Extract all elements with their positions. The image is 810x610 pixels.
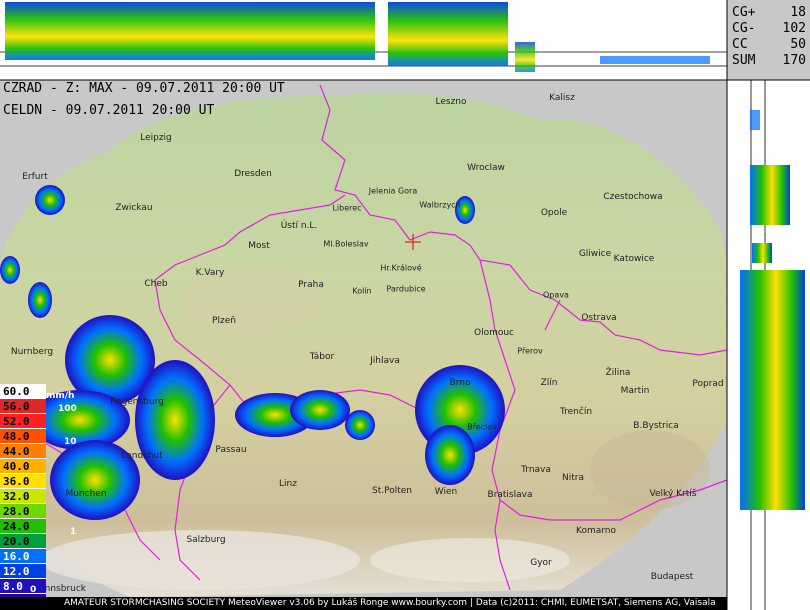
city-label: Most [248, 241, 270, 251]
city-label: Linz [279, 479, 297, 489]
legend-swatch: 36.0 [0, 474, 46, 489]
city-label: Plzeň [212, 316, 236, 326]
city-label: Wroclaw [467, 163, 505, 173]
legend-swatch: 56.0 [0, 399, 46, 414]
city-label: Leipzig [140, 133, 172, 143]
city-label: Olomouc [473, 328, 515, 338]
legend-swatch: 24.0 [0, 519, 46, 534]
city-label: Nurnberg [10, 347, 54, 357]
legend-swatch: 60.0 [0, 384, 46, 399]
city-label: Katowice [613, 254, 655, 264]
city-label: B.Bystrica [633, 421, 679, 431]
stat-value-cg-minus: 102 [782, 21, 806, 36]
city-label: Liberec [332, 203, 362, 213]
city-label: Jihlava [370, 356, 400, 366]
rain-rate-0: 0 [30, 585, 37, 595]
legend-swatch: 32.0 [0, 489, 46, 504]
city-label: Gliwice [578, 249, 612, 259]
stat-value-cc: 50 [790, 37, 806, 52]
city-label: Gyor [530, 558, 552, 568]
city-label: Munchen [65, 489, 107, 499]
legend-swatch: 28.0 [0, 504, 46, 519]
city-label: Walbrzych [419, 200, 461, 210]
city-label: Innsbruck [41, 584, 87, 594]
city-label: Wien [434, 487, 458, 497]
stat-label-sum: SUM [732, 53, 756, 68]
city-label: Komarno [576, 526, 616, 536]
legend-swatch: 8.0 [0, 579, 46, 594]
city-label: Landshut [121, 451, 163, 461]
legend-swatch: 12.0 [0, 564, 46, 579]
stat-label-cg-minus: CG- [732, 21, 756, 36]
radar-viewer: CZRAD - Z: MAX - 09.07.2011 20:00 UT CEL… [0, 0, 810, 610]
city-label: Ostrava [581, 313, 617, 323]
city-label: Velký Krtíš [649, 489, 697, 499]
city-label: Jelenia Gora [368, 186, 418, 196]
legend-swatch: 48.0 [0, 429, 46, 444]
footer-credits-text: AMATEUR STORMCHASING SOCIETY MeteoViewer… [64, 598, 716, 608]
city-label: Salzburg [186, 535, 226, 545]
reflectivity-legend: 60.0 56.0 52.0 48.0 44.0 40.0 36.0 32.0 28.0 24.0… [0, 384, 46, 609]
city-label: Přerov [517, 346, 543, 356]
city-label: Poprad [692, 379, 724, 389]
legend-swatch: 40.0 [0, 459, 46, 474]
city-label: Kalisz [549, 93, 575, 103]
city-label: Trnava [521, 465, 551, 475]
city-label: Martin [620, 386, 650, 396]
city-label: Leszno [435, 97, 467, 107]
city-label: Czestochowa [603, 192, 663, 202]
rain-unit-label: mm/h [46, 391, 75, 401]
city-label: St.Polten [372, 486, 412, 496]
city-label: Hr.Králové [380, 263, 422, 273]
stat-label-cg-plus: CG+ [732, 5, 756, 20]
city-label: Budapest [650, 572, 694, 582]
city-label: Zlín [540, 378, 558, 388]
radar-product-title: CZRAD - Z: MAX - 09.07.2011 20:00 UT [3, 81, 285, 96]
stat-value-sum: 170 [782, 53, 806, 68]
rain-rate-10: 10 [64, 437, 77, 447]
city-label: Opava [543, 290, 569, 300]
city-label: Dresden [234, 169, 272, 179]
city-label: Erfurt [22, 172, 48, 182]
city-label: Kolín [352, 286, 372, 296]
city-label: Žilina [605, 368, 631, 378]
city-label: Nitra [562, 473, 584, 483]
city-label: Praha [298, 280, 324, 290]
city-label: Cheb [144, 279, 168, 289]
city-label: Regensburg [110, 397, 164, 407]
city-label: Ml.Boleslav [323, 239, 369, 249]
city-label: K.Vary [195, 268, 225, 278]
legend-swatch: 16.0 [0, 549, 46, 564]
city-label: Brno [449, 378, 471, 388]
footer-credits: AMATEUR STORMCHASING SOCIETY MeteoViewer… [0, 597, 727, 610]
city-label: Pardubice [386, 284, 426, 294]
rain-rate-1: 1 [70, 527, 77, 537]
city-label: Trenčín [559, 407, 593, 417]
legend-swatch: 44.0 [0, 444, 46, 459]
city-label: Tábor [309, 352, 335, 362]
legend-swatch: 20.0 [0, 534, 46, 549]
legend-swatch: 52.0 [0, 414, 46, 429]
city-label: Bratislava [487, 490, 533, 500]
city-label: Opole [540, 208, 568, 218]
lightning-product-title: CELDN - 09.07.2011 20:00 UT [3, 103, 215, 118]
city-label: Ústí n.L. [280, 221, 318, 231]
rain-rate-100: 100 [58, 404, 77, 414]
city-label: Zwickau [115, 203, 153, 213]
city-label: Břeclav [467, 422, 497, 432]
stat-label-cc: CC [732, 37, 748, 52]
city-label: Passau [215, 445, 247, 455]
stat-value-cg-plus: 18 [790, 5, 806, 20]
